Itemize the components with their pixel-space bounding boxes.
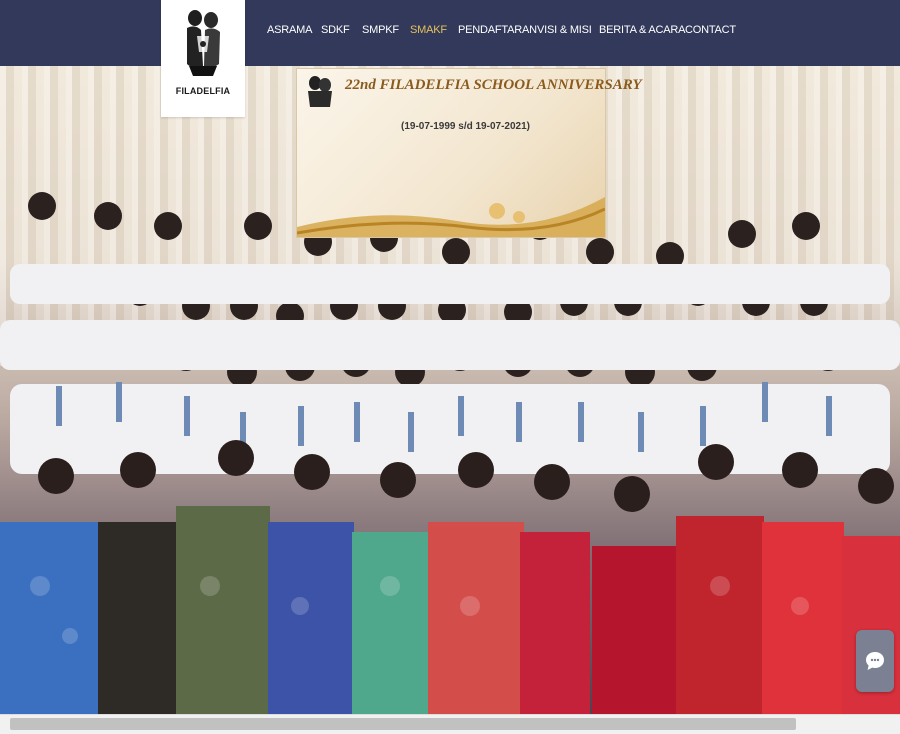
chat-bubble-icon [866, 652, 884, 670]
hero-group-photo: 22nd FILADELFIA SCHOOL ANNIVERSARY (19-0… [0, 66, 900, 714]
nav-item-smakf[interactable]: SMAKF [410, 24, 447, 36]
nav-item-berita-acara[interactable]: BERITA & ACARA [599, 24, 685, 36]
logo-emblem-icon [187, 10, 220, 76]
nav-item-asrama[interactable]: ASRAMA [267, 24, 312, 36]
site-logo[interactable]: FILADELFIA [161, 0, 245, 117]
banner-title: 22nd FILADELFIA SCHOOL ANNIVERSARY [345, 77, 642, 93]
logo-text: FILADELFIA [175, 86, 231, 96]
nav-item-pendaftaran[interactable]: PENDAFTARAN [458, 24, 537, 36]
nav-item-visi-misi[interactable]: VISI & MISI [537, 24, 592, 36]
chat-button[interactable] [856, 630, 894, 692]
anniversary-banner: 22nd FILADELFIA SCHOOL ANNIVERSARY (19-0… [296, 68, 642, 238]
banner-dates: (19-07-1999 s/d 19-07-2021) [401, 121, 530, 132]
nav-item-contact[interactable]: CONTACT [685, 24, 736, 36]
banner-logo-icon [308, 76, 332, 107]
horizontal-scrollbar[interactable] [0, 714, 900, 734]
scrollbar-thumb[interactable] [10, 718, 796, 730]
top-navigation-bar: ASRAMA SDKF SMPKF SMAKF PENDAFTARAN VISI… [0, 0, 900, 66]
nav-item-sdkf[interactable]: SDKF [321, 24, 350, 36]
nav-item-smpkf[interactable]: SMPKF [362, 24, 399, 36]
banner-ribbon-icon [297, 197, 605, 237]
